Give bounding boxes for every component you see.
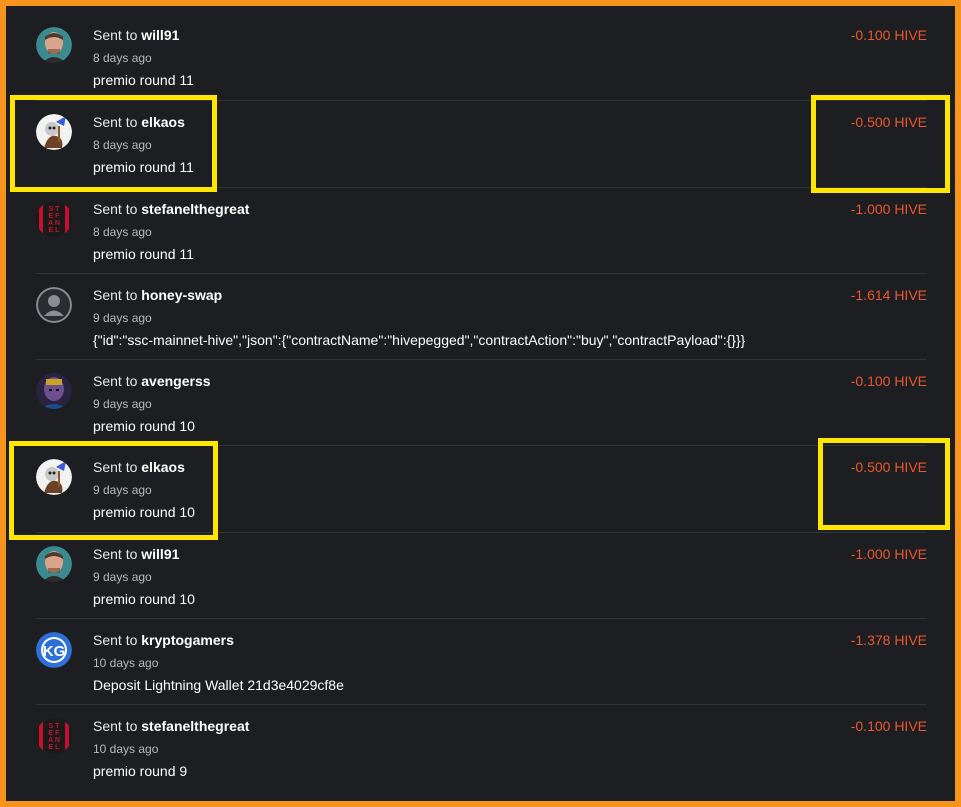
svg-text:S T: S T xyxy=(49,723,61,730)
transaction-time: 10 days ago xyxy=(93,742,159,757)
highlight-box xyxy=(811,95,950,193)
svg-text:E L: E L xyxy=(49,227,61,234)
transaction-amount: -1.614 HIVE xyxy=(850,286,927,303)
transaction-row: Sent to avengerss 9 days ago premio roun… xyxy=(36,359,927,445)
svg-text:A N: A N xyxy=(48,737,60,744)
transaction-time: 10 days ago xyxy=(93,656,159,671)
transaction-amount: -0.100 HIVE xyxy=(850,718,927,735)
transaction-time: 9 days ago xyxy=(93,310,152,325)
transaction-amount: -0.100 HIVE xyxy=(850,373,927,390)
transfer-direction-label: Sent to xyxy=(93,373,138,390)
transaction-time: 9 days ago xyxy=(93,397,152,412)
transaction-amount: -1.000 HIVE xyxy=(850,545,927,562)
transaction-row: KG Sent to kryptogamers 10 days ago Depo… xyxy=(36,618,927,704)
transaction-time: 9 days ago xyxy=(93,569,152,584)
transaction-amount: -1.378 HIVE xyxy=(850,632,927,649)
svg-text:E L: E L xyxy=(49,744,61,751)
highlight-box xyxy=(10,95,217,192)
svg-text:S T: S T xyxy=(49,206,61,213)
transaction-row: S TE FA NE L Sent to stefanelthegreat 8 … xyxy=(36,186,927,273)
transaction-memo: premio round 10 xyxy=(93,418,195,435)
transaction-row: Sent to honey-swap 9 days ago {"id":"ssc… xyxy=(36,272,927,359)
recipient-link[interactable]: will91 xyxy=(141,546,179,562)
stefanel-logo-avatar-icon[interactable]: S TE FA NE L xyxy=(36,718,72,755)
person-photo-avatar-icon[interactable] xyxy=(36,545,72,582)
person-photo-avatar-icon[interactable] xyxy=(36,27,72,63)
transaction-time: 8 days ago xyxy=(93,224,152,239)
transaction-memo: premio round 9 xyxy=(93,763,188,780)
highlight-box xyxy=(9,441,218,540)
transaction-title: Sent to honey-swap xyxy=(93,287,222,303)
transaction-title: Sent to stefanelthegreat xyxy=(93,718,249,734)
recipient-link[interactable]: will91 xyxy=(141,27,179,43)
transaction-title: Sent to kryptogamers xyxy=(93,632,234,648)
transaction-memo: premio round 10 xyxy=(93,590,195,607)
recipient-link[interactable]: avengerss xyxy=(141,373,210,389)
villain-avatar-icon[interactable] xyxy=(36,373,72,410)
kg-logo-avatar-icon[interactable]: KG xyxy=(36,632,72,669)
transaction-time: 8 days ago xyxy=(93,51,152,65)
transfer-direction-label: Sent to xyxy=(93,200,138,217)
recipient-link[interactable]: stefanelthegreat xyxy=(141,201,249,217)
svg-text:E F: E F xyxy=(49,213,61,220)
svg-text:KG: KG xyxy=(43,643,66,660)
wallet-history-panel: Sent to will91 8 days ago premio round 1… xyxy=(6,6,955,801)
stefanel-logo-avatar-icon[interactable]: S TE FA NE L xyxy=(36,200,72,237)
transaction-memo: Deposit Lightning Wallet 21d3e4029cf8e xyxy=(93,677,344,694)
transaction-amount: -0.100 HIVE xyxy=(850,27,927,43)
transaction-row: Sent to will91 8 days ago premio round 1… xyxy=(36,14,927,100)
svg-text:E F: E F xyxy=(49,730,61,737)
transaction-title: Sent to will91 xyxy=(93,546,179,562)
recipient-link[interactable]: honey-swap xyxy=(141,287,222,303)
transaction-title: Sent to avengerss xyxy=(93,373,211,389)
transaction-memo: premio round 11 xyxy=(93,72,194,88)
highlight-box xyxy=(818,438,950,530)
transfer-direction-label: Sent to xyxy=(93,27,138,43)
transaction-amount: -1.000 HIVE xyxy=(850,200,927,217)
transaction-row: Sent to will91 9 days ago premio round 1… xyxy=(36,531,927,618)
transaction-title: Sent to will91 xyxy=(93,27,179,43)
recipient-link[interactable]: kryptogamers xyxy=(141,632,234,648)
transfer-direction-label: Sent to xyxy=(93,286,138,303)
transfer-direction-label: Sent to xyxy=(93,545,138,562)
default-user-avatar-icon[interactable] xyxy=(36,286,72,323)
transfer-direction-label: Sent to xyxy=(93,632,138,649)
transaction-memo: premio round 11 xyxy=(93,245,194,262)
transaction-row: S TE FA NE L Sent to stefanelthegreat 10… xyxy=(36,704,927,790)
svg-text:A N: A N xyxy=(48,220,60,227)
transaction-title: Sent to stefanelthegreat xyxy=(93,201,249,217)
transfer-direction-label: Sent to xyxy=(93,718,138,735)
recipient-link[interactable]: stefanelthegreat xyxy=(141,718,249,734)
transaction-memo: {"id":"ssc-mainnet-hive","json":{"contra… xyxy=(93,331,746,348)
